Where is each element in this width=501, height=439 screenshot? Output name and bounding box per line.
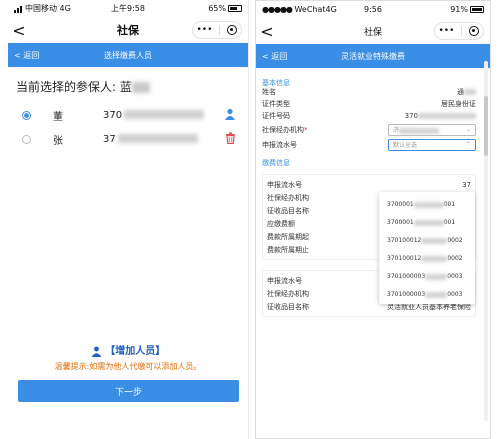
field-label: 社保经办机构 — [262, 125, 304, 134]
signal-dots-icon: ●●●●● — [262, 5, 293, 14]
field-id-type: 证件类型 居民身份证 — [256, 98, 490, 110]
next-step-button[interactable]: 下一步 — [18, 380, 239, 402]
person-list: 董 370 张 37 — [8, 105, 248, 149]
battery-icon — [470, 6, 484, 13]
section-basic-info: 基本信息 — [262, 79, 290, 87]
field-label: 申报流水号 — [267, 276, 302, 285]
radio-unselected[interactable] — [22, 134, 31, 144]
field-value: 370 — [404, 112, 418, 120]
chevron-up-icon: ⌃ — [465, 141, 471, 148]
redaction — [421, 255, 448, 262]
field-label: 证件类型 — [262, 100, 290, 108]
battery-label: 91% — [450, 5, 468, 14]
radio-selected[interactable] — [22, 110, 31, 120]
scrollbar-thumb[interactable] — [484, 96, 488, 156]
close-mini-program-icon[interactable] — [227, 25, 238, 35]
redaction — [413, 201, 444, 208]
redaction — [425, 291, 448, 298]
carrier-label: WeChat4G — [294, 5, 337, 14]
battery-icon — [228, 5, 242, 12]
user-icon[interactable] — [224, 108, 236, 123]
dropdown-option[interactable]: 3700001 001 — [379, 196, 475, 214]
chevron-down-icon: ⌄ — [465, 126, 471, 133]
status-bar: ●●●●● WeChat4G 9:56 91% — [256, 1, 490, 18]
current-insured: 当前选择的参保人: 蓝 — [8, 67, 248, 95]
right-screen: ●●●●● WeChat4G 9:56 91% < 社保 ••• < 返回 灵活… — [255, 0, 491, 439]
field-label: 姓名 — [262, 88, 276, 96]
more-icon[interactable]: ••• — [197, 25, 213, 35]
field-label: 征收品目名称 — [267, 206, 309, 215]
required-mark: * — [304, 125, 308, 134]
field-label: 证件号码 — [262, 112, 290, 120]
dropdown-option[interactable]: 3700001 001 — [379, 214, 475, 232]
serial-placeholder: 默认全选 — [393, 142, 418, 149]
dropdown-option[interactable]: 370100012 0002 — [379, 232, 475, 250]
more-icon[interactable]: ••• — [439, 26, 455, 36]
field-label: 申报流水号 — [262, 140, 297, 149]
redaction — [418, 113, 476, 119]
agency-select[interactable]: 济 ⌄ — [388, 123, 476, 136]
left-screen: 中国移动 4G 上午9:58 65% < 社保 ••• < 返回 选择缴费人员 … — [8, 0, 249, 439]
add-person-icon — [91, 346, 102, 357]
field-name: 姓名 通 — [256, 86, 490, 98]
redaction — [131, 82, 150, 93]
section-fee-info: 缴费信息 — [262, 159, 290, 167]
header-title: 灵活就业特殊缴费 — [341, 51, 405, 61]
redaction — [413, 219, 444, 226]
field-serial: 申报流水号 默认全选 ⌃ — [256, 137, 490, 152]
redaction — [399, 127, 440, 134]
add-person-link[interactable]: 【增加人员】 — [8, 342, 248, 357]
serial-select[interactable]: 默认全选 ⌃ — [388, 138, 476, 151]
person-row[interactable]: 董 370 — [8, 105, 248, 125]
mini-program-capsule: ••• — [192, 21, 242, 39]
field-id-number: 证件号码 370 — [256, 110, 490, 122]
header-title: 选择缴费人员 — [104, 50, 152, 60]
serial-dropdown: 3700001 001 3700001 001 370100012 0002 3701… — [379, 192, 475, 304]
person-id: 37 — [103, 133, 116, 145]
field-label: 费款所属期止 — [267, 245, 309, 254]
field-value: 通 — [457, 88, 464, 96]
mini-program-capsule: ••• — [434, 22, 484, 40]
field-label: 征收品目名称 — [267, 302, 309, 311]
field-label: 社保经办机构 — [267, 193, 309, 202]
redaction — [117, 134, 198, 143]
person-name: 董 — [53, 111, 63, 123]
field-value: 37 — [462, 180, 471, 189]
dropdown-option[interactable]: 370100012 0002 — [379, 250, 475, 268]
add-person-label: 【增加人员】 — [105, 346, 166, 357]
field-label: 费款所属期起 — [267, 232, 309, 241]
person-id: 370 — [103, 109, 123, 121]
back-icon[interactable]: < — [256, 22, 278, 41]
nav-bar: < 社保 ••• — [8, 17, 248, 43]
signal-icon — [14, 4, 23, 13]
return-link[interactable]: < 返回 — [8, 50, 39, 61]
header-bar: < 返回 灵活就业特殊缴费 — [256, 44, 490, 68]
field-value: 居民身份证 — [441, 100, 476, 108]
current-insured-label: 当前选择的参保人: — [16, 80, 117, 94]
trash-icon[interactable] — [225, 132, 236, 147]
field-agency: 社保经办机构* 济 ⌄ — [256, 122, 490, 137]
field-label: 应缴费额 — [267, 219, 295, 228]
current-insured-name: 蓝 — [119, 80, 132, 94]
redaction — [425, 273, 448, 280]
field-label: 申报流水号 — [267, 180, 302, 189]
warm-tip: 温馨提示:如需为他人代缴可以添加人员。 — [54, 362, 202, 371]
redaction — [124, 110, 205, 119]
back-icon[interactable]: < — [8, 21, 30, 40]
redaction — [464, 89, 476, 95]
header-bar: < 返回 选择缴费人员 — [8, 43, 248, 67]
person-row[interactable]: 张 37 — [8, 129, 248, 149]
person-name: 张 — [53, 135, 63, 147]
dropdown-option[interactable]: 3701000003 0003 — [379, 286, 475, 304]
status-bar: 中国移动 4G 上午9:58 65% — [8, 0, 248, 17]
redaction — [421, 237, 448, 244]
close-mini-program-icon[interactable] — [469, 26, 480, 36]
carrier-label: 中国移动 4G — [25, 4, 71, 13]
battery-label: 65% — [208, 4, 226, 13]
dropdown-option[interactable]: 3701000003 0003 — [379, 268, 475, 286]
card-field: 申报流水号 37 — [267, 178, 471, 191]
field-label: 社保经办机构 — [267, 289, 309, 298]
return-link[interactable]: < 返回 — [256, 51, 287, 62]
nav-bar: < 社保 ••• — [256, 18, 490, 44]
